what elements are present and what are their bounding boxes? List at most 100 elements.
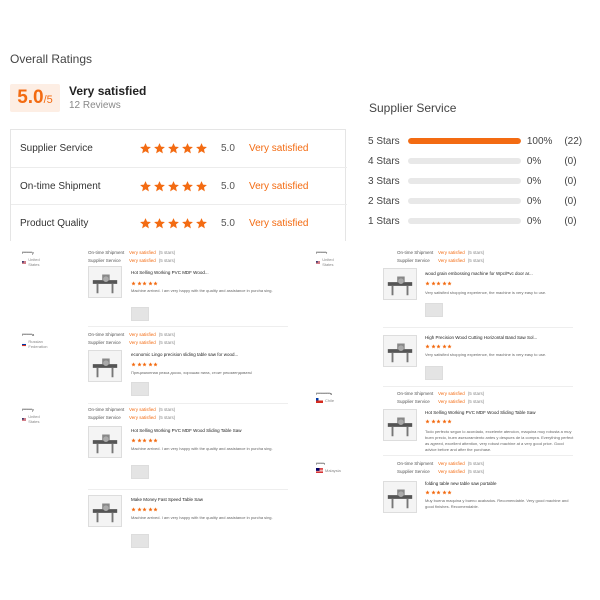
review-divider <box>88 326 288 327</box>
star-icon <box>136 362 142 367</box>
star-icon <box>196 180 207 191</box>
bar-count: (0) <box>564 175 577 187</box>
bar-label: 1 Stars <box>368 215 400 227</box>
star-icon <box>447 419 452 424</box>
product-title[interactable]: economic Lingo precision sliding table s… <box>131 352 238 357</box>
reviewer-name: i*********y <box>22 250 34 255</box>
bar-label: 4 Stars <box>368 155 400 167</box>
machine-image <box>92 434 118 454</box>
review-text: Todo perfecto segun lo acordado, excelen… <box>425 429 574 452</box>
review-meta: On-time Shipment Very satisfied (5 stars) S… <box>397 391 484 404</box>
meta-shipment-value: Very satisfied <box>438 391 465 396</box>
review-photo[interactable] <box>425 366 443 380</box>
review-photo[interactable] <box>131 465 149 479</box>
rating-stars <box>139 180 221 193</box>
product-thumbnail[interactable] <box>88 266 122 298</box>
rating-score: 5.0 <box>221 143 235 154</box>
bar-label: 3 Stars <box>368 175 400 187</box>
star-bar-row: 1 Stars 0% (0) <box>368 214 588 228</box>
review-photo[interactable] <box>131 382 149 396</box>
star-icon <box>154 143 165 154</box>
reviewer: i*********y United States <box>22 250 43 267</box>
product-title[interactable]: Hot Selling Working PVC MDF Wood Sliding… <box>131 428 242 433</box>
review-divider <box>383 327 573 328</box>
review-photo[interactable] <box>425 303 443 317</box>
review-meta: On-time Shipment Very satisfied (5 stars) S… <box>397 461 484 474</box>
star-icon <box>430 344 436 349</box>
product-title[interactable]: Hot Selling Working PVC MDF Wood Sliding… <box>425 410 536 415</box>
bar-track <box>408 178 521 184</box>
rating-row-supplier-service: Supplier Service 5.0 Very satisfied <box>11 130 347 167</box>
product-title[interactable]: Make Money Fast Speed Table Saw <box>131 497 203 502</box>
star-icon <box>153 507 158 512</box>
star-bar-row: 4 Stars 0% (0) <box>368 154 588 168</box>
star-icon <box>425 344 430 349</box>
reviewer: i*********a Russian Federation <box>22 332 50 349</box>
country-name: United States <box>28 414 40 424</box>
rating-label: Supplier Service <box>20 143 93 154</box>
meta-service-label: Supplier Service <box>88 415 121 420</box>
product-thumbnail[interactable] <box>383 409 417 441</box>
bar-percent: 0% <box>526 195 542 207</box>
review-stars <box>131 281 158 286</box>
bar-percent: 0% <box>526 155 542 167</box>
meta-service-value: Very satisfied <box>438 469 465 474</box>
review-stars <box>425 344 452 349</box>
meta-shipment-stars: (5 stars) <box>467 391 485 396</box>
bar-label: 5 Stars <box>368 135 400 147</box>
us-flag-icon <box>316 260 321 264</box>
reviewer-name: i*************s <box>316 391 332 396</box>
product-thumbnail[interactable] <box>383 481 417 513</box>
reviewer-name: i*********a <box>22 332 34 337</box>
review-photo[interactable] <box>131 307 149 321</box>
star-icon <box>196 217 207 228</box>
review-divider <box>88 489 288 490</box>
bar-track <box>408 158 521 164</box>
review-stars <box>131 438 158 443</box>
star-icon <box>142 507 147 512</box>
product-thumbnail[interactable] <box>88 350 122 382</box>
us-flag-icon <box>22 260 27 264</box>
review-photo[interactable] <box>131 534 149 548</box>
product-title[interactable]: Hot Selling Working PVC MDF Wood... <box>131 270 209 275</box>
star-icon <box>436 281 441 286</box>
reviewer-name: i*********r <box>316 250 327 255</box>
bar-fill <box>408 138 521 144</box>
meta-service-stars: (5 stars) <box>158 258 176 263</box>
ratings-breakdown-table: Supplier Service 5.0 Very satisfied On-t… <box>10 129 347 241</box>
country-name: Malaysia <box>325 468 341 473</box>
bar-track <box>408 138 521 144</box>
star-icon <box>430 419 436 424</box>
star-bar-row: 5 Stars 100% (22) <box>368 134 588 148</box>
star-icon <box>140 180 151 191</box>
star-icon <box>153 438 158 443</box>
product-title[interactable]: High Precision Wood Cutting Horizontal B… <box>425 335 537 340</box>
machine-image <box>387 276 413 296</box>
reviews-count: 12 Reviews <box>69 100 121 111</box>
product-thumbnail[interactable] <box>88 426 122 458</box>
star-icon <box>182 180 193 191</box>
review-text: Very satisfied shopping experience, the … <box>425 290 547 295</box>
reviewer: i*********r United States <box>316 250 337 267</box>
bar-count: (0) <box>564 215 577 227</box>
machine-image <box>387 417 413 437</box>
review-divider <box>88 403 288 404</box>
product-title[interactable]: wood grain embossing machine for Wpc/Pvc… <box>425 271 533 276</box>
review-meta: On-time Shipment Very satisfied (5 stars) S… <box>88 250 175 263</box>
review-divider <box>383 386 573 387</box>
star-icon <box>441 344 447 349</box>
review-stars <box>425 281 452 286</box>
reviewer-country: Malaysia <box>316 468 341 473</box>
us-flag-icon <box>22 417 27 421</box>
product-thumbnail[interactable] <box>383 335 417 367</box>
country-name: United States <box>28 257 40 267</box>
rating-satisfaction: Very satisfied <box>249 217 309 229</box>
star-icon <box>142 281 147 286</box>
product-thumbnail[interactable] <box>383 268 417 300</box>
meta-shipment-stars: (5 stars) <box>467 461 485 466</box>
bar-percent: 0% <box>526 175 542 187</box>
review-meta: On-time Shipment Very satisfied (5 stars) S… <box>88 332 175 345</box>
star-icon <box>142 362 147 367</box>
product-thumbnail[interactable] <box>88 495 122 527</box>
product-title[interactable]: folding table new table saw portable <box>425 481 497 486</box>
